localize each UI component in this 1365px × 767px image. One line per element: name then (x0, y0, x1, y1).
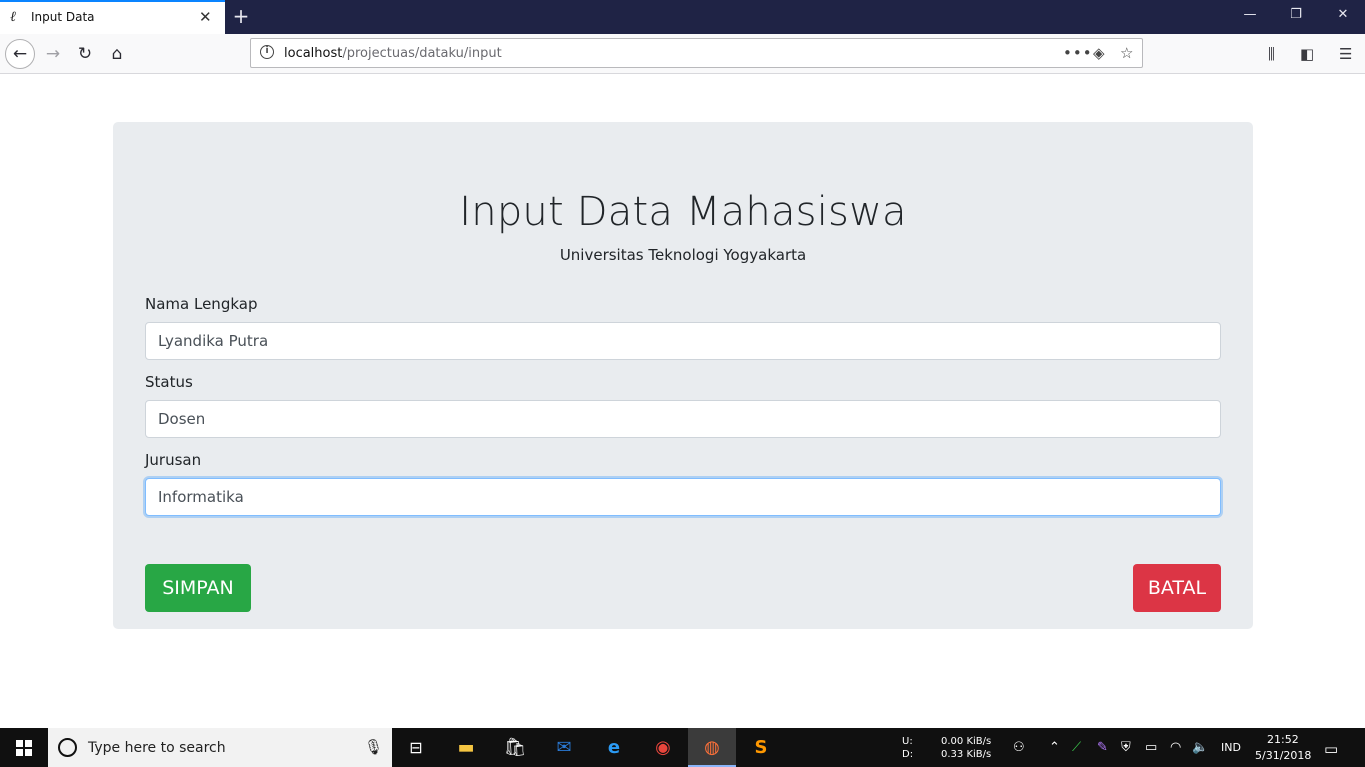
firefox-icon[interactable]: ◍ (688, 728, 736, 767)
site-info-icon[interactable]: i (260, 45, 274, 59)
cancel-button[interactable]: BATAL (1133, 564, 1221, 612)
store-icon[interactable]: 🛍 (491, 728, 539, 767)
tray-app-icon[interactable]: ⟋ (1072, 740, 1081, 755)
tab-close-icon[interactable]: ✕ (199, 8, 212, 26)
notifications-icon[interactable]: ▭ (1324, 740, 1338, 758)
clock-date[interactable]: 5/31/2018 (1255, 749, 1311, 762)
forward-arrow-icon[interactable]: → (38, 39, 68, 69)
microphone-icon[interactable]: 🎙 (364, 738, 383, 756)
task-view-icon[interactable]: ⊟ (392, 728, 440, 767)
back-arrow-icon[interactable]: ← (5, 39, 35, 69)
tray-chevron-up-icon[interactable]: ⌃ (1049, 740, 1060, 755)
wifi-icon[interactable]: ◠ (1170, 740, 1181, 755)
chrome-icon[interactable]: ◉ (639, 728, 687, 767)
menu-hamburger-icon[interactable]: ☰ (1339, 45, 1352, 63)
taskbar-search[interactable]: Type here to search 🎙 (48, 728, 392, 767)
net-down-label: D: (902, 749, 914, 760)
people-icon[interactable]: ⚇ (1013, 740, 1025, 755)
address-bar[interactable]: i localhost/projectuas/dataku/input ••• … (250, 38, 1143, 68)
tab-favicon-icon: ℓ (10, 9, 16, 25)
pocket-icon[interactable]: ◈ (1093, 44, 1105, 62)
browser-navbar: ← → ↻ ⌂ i localhost/projectuas/dataku/in… (0, 34, 1365, 74)
url-text[interactable]: localhost/projectuas/dataku/input (284, 46, 502, 61)
edge-icon[interactable]: e (590, 728, 638, 767)
bookmark-star-icon[interactable]: ☆ (1120, 44, 1133, 62)
url-path: /projectuas/dataku/input (342, 46, 502, 61)
clock-time[interactable]: 21:52 (1267, 733, 1299, 746)
jurusan-label: Jurusan (145, 451, 202, 469)
tray-pen-icon[interactable]: ✎ (1097, 740, 1108, 755)
volume-icon[interactable]: 🔈 (1192, 740, 1208, 755)
language-indicator[interactable]: IND (1221, 741, 1241, 754)
net-up-label: U: (902, 736, 913, 747)
tab-title: Input Data (31, 10, 95, 24)
close-window-icon[interactable]: ✕ (1333, 7, 1353, 22)
page-title: Input Data Mahasiswa (459, 189, 907, 235)
home-icon[interactable]: ⌂ (102, 39, 132, 69)
nama-label: Nama Lengkap (145, 295, 258, 313)
new-tab-plus-icon[interactable]: + (231, 4, 251, 28)
sublime-text-icon[interactable]: S (737, 728, 785, 767)
library-icon[interactable]: ⫼ (1268, 45, 1275, 63)
minimize-icon[interactable]: — (1240, 7, 1260, 22)
net-up-value: 0.00 KiB/s (941, 736, 992, 747)
restore-icon[interactable]: ❐ (1286, 7, 1306, 22)
start-button[interactable] (0, 728, 48, 767)
outlook-icon[interactable]: ✉ (540, 728, 588, 767)
windows-logo-icon (16, 740, 32, 756)
save-button[interactable]: SIMPAN (145, 564, 251, 612)
tab-input-data[interactable]: ℓ Input Data ✕ (0, 0, 225, 34)
page-subtitle: Universitas Teknologi Yogyakarta (559, 246, 807, 264)
battery-icon[interactable]: ▭ (1145, 740, 1157, 755)
page-actions-icon[interactable]: ••• (1063, 44, 1093, 62)
nama-input[interactable] (145, 322, 1221, 360)
search-placeholder: Type here to search (88, 740, 226, 756)
browser-titlebar: ℓ Input Data ✕ + — ❐ ✕ (0, 0, 1365, 34)
defender-shield-icon[interactable]: ⛨ (1121, 740, 1131, 755)
sidebar-icon[interactable]: ◧ (1300, 45, 1314, 63)
status-label: Status (145, 373, 193, 391)
url-host: localhost (284, 46, 343, 61)
jurusan-input[interactable] (145, 478, 1221, 516)
net-down-value: 0.33 KiB/s (941, 749, 992, 760)
form-container: Input Data Mahasiswa Universitas Teknolo… (113, 122, 1253, 629)
status-input[interactable] (145, 400, 1221, 438)
file-explorer-icon[interactable]: ▬ (442, 728, 490, 767)
reload-icon[interactable]: ↻ (70, 39, 100, 69)
cortana-icon (58, 738, 77, 757)
taskbar: Type here to search 🎙 ⊟ ▬ 🛍 ✉ e ◉ ◍ S U:… (0, 728, 1365, 767)
